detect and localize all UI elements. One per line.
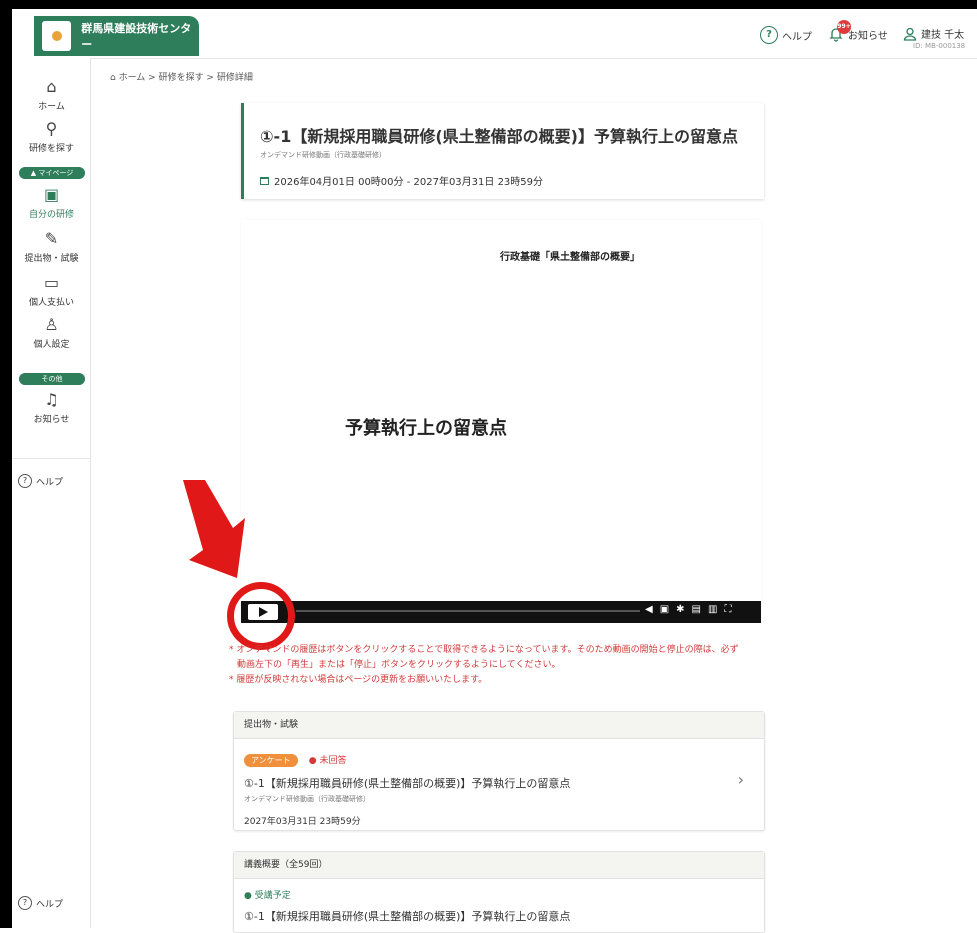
section-pill-other[interactable]: その他 [19,373,85,385]
note-line-2: 動画左下の「再生」または「停止」ボタンをクリックするようにしてください。 [237,660,561,670]
sidebar-item-label: 個人設定 [33,340,70,350]
video-progress-bar[interactable] [296,610,640,612]
credit-card-icon: ▭ [43,273,60,292]
video-slide-heading: 行政基礎「県土整備部の概要」 [500,252,640,263]
chevron-right-icon[interactable]: › [738,770,744,789]
sidebar-item-label: 自分の研修 [28,210,74,220]
annotation-circle [227,582,295,650]
sidebar: ⌂ ホーム ⚲ 研修を探す ▲ マイページ ▣ 自分の研修 ✎ 提出物・試験 ▭… [13,58,91,928]
sidebar-item-label: ホーム [38,102,65,112]
lecture-title: ①-1【新規採用職員研修(県土整備部の概要)】予算執行上の留意点 [244,910,571,923]
note-line-1: * オンデマンドの履歴はボタンをクリックすることで取得できるようになっています。… [229,645,739,655]
fullscreen-icon[interactable]: ⛶ [724,604,731,615]
pip-icon[interactable]: ▥ [708,604,717,615]
notification-badge: 99+ [837,20,851,34]
brand-name: 群馬県建設技術センター [81,22,192,51]
search-icon: ⚲ [45,119,58,138]
sidebar-item-settings[interactable]: ♙ 個人設定 [13,315,90,351]
brand-logo-icon [42,21,72,51]
help-icon: ? [760,26,778,44]
sidebar-help-bottom-link[interactable]: ? ヘルプ [18,896,63,910]
header-help-link[interactable]: ? ヘルプ [760,26,812,44]
submissions-panel: 提出物・試験 アンケート ● 未回答 ①-1【新規採用職員研修(県土整備部の概要… [233,711,765,831]
survey-tag: アンケート [244,754,298,767]
course-period: 2026年04月01日 00時00分 - 2027年03月31日 23時59分 [260,173,543,188]
course-period-text: 2026年04月01日 00時00分 - 2027年03月31日 23時59分 [274,177,544,188]
header-user-menu[interactable]: 建技 千太 [903,26,964,41]
user-name: 建技 千太 [921,30,965,41]
course-title-card: ①-1【新規採用職員研修(県土整備部の概要)】予算執行上の留意点 オンデマンド研… [241,103,764,199]
sidebar-divider [13,458,90,459]
sidebar-item-label: お知らせ [33,415,70,425]
user-icon [903,27,917,41]
video-control-icons: ◀ ▣ ✱ ▤ ▥ ⛶ [645,604,731,615]
sidebar-item-label: 提出物・試験 [24,254,79,264]
video-slide-title: 予算執行上の留意点 [345,418,507,439]
captions-icon[interactable]: ▣ [660,604,669,615]
note-line-3: * 履歴が反映されない場合はページの更新をお願いいたします。 [229,675,488,685]
home-icon: ⌂ [46,77,57,96]
course-subtitle: オンデマンド研修動画（行政基礎研修） [260,151,386,159]
page-title: ①-1【新規採用職員研修(県土整備部の概要)】予算執行上の留意点 [260,127,738,146]
brand-block[interactable]: 群馬県建設技術センター [34,16,199,56]
outer-border-left [0,0,12,928]
help-icon: ? [18,896,32,910]
lectures-panel: 講義概要（全59回） ● 受講予定 ①-1【新規採用職員研修(県土整備部の概要)… [233,851,765,933]
home-icon: ⌂ [110,73,119,83]
breadcrumb[interactable]: ⌂ ホーム > 研修を探す > 研修詳細 [110,70,253,83]
outer-border-top [0,0,977,9]
submission-item[interactable]: アンケート ● 未回答 ①-1【新規採用職員研修(県土整備部の概要)】予算執行上… [244,748,570,827]
help-icon: ? [18,474,32,488]
person-icon: ♙ [44,315,59,334]
chapters-icon[interactable]: ▤ [692,604,701,615]
submission-status: ● 未回答 [308,756,347,766]
sidebar-item-my-training[interactable]: ▣ 自分の研修 [13,185,90,221]
notes: * オンデマンドの履歴はボタンをクリックすることで取得できるようになっています。… [229,643,777,688]
app-frame: 群馬県建設技術センター ? ヘルプ お知らせ 99+ 建技 千太 ID: MB-… [0,0,977,933]
submission-deadline: 2027年03月31日 23時59分 [244,817,361,827]
sidebar-item-search[interactable]: ⚲ 研修を探す [13,119,90,155]
submission-title: ①-1【新規採用職員研修(県土整備部の概要)】予算執行上の留意点 [244,777,571,790]
sidebar-item-notices[interactable]: ♫ お知らせ [13,390,90,426]
sidebar-help-bottom-label: ヘルプ [36,899,64,910]
bookmark-check-icon: ▣ [43,185,60,204]
sidebar-item-payment[interactable]: ▭ 個人支払い [13,273,90,309]
lecture-status: ● 受講予定 [244,891,291,901]
section-pill-mypage[interactable]: ▲ マイページ [19,167,85,179]
submission-subtitle: オンデマンド研修動画（行政基礎研修） [244,795,370,803]
breadcrumb-text: ホーム > 研修を探す > 研修詳細 [118,73,253,83]
header-help-label: ヘルプ [782,31,812,43]
sidebar-item-submissions[interactable]: ✎ 提出物・試験 [13,229,90,265]
header-notifications-label: お知らせ [848,30,888,42]
volume-icon[interactable]: ◀ [645,604,653,615]
video-time: 00:00 [290,594,308,601]
sidebar-help-label: ヘルプ [36,477,64,488]
annotation-arrow-icon [183,480,245,578]
lecture-item[interactable]: ● 受講予定 ①-1【新規採用職員研修(県土整備部の概要)】予算執行上の留意点 [244,888,570,924]
submissions-panel-header: 提出物・試験 [234,712,764,739]
edit-icon: ✎ [44,229,59,248]
calendar-icon [260,176,269,185]
sidebar-help-link[interactable]: ? ヘルプ [18,474,63,488]
sidebar-item-home[interactable]: ⌂ ホーム [13,77,90,113]
sidebar-item-label: 個人支払い [28,298,74,308]
user-id: ID: MB-000138 [913,42,966,50]
lectures-panel-header: 講義概要（全59回） [234,852,764,879]
bell-icon: ♫ [44,390,59,409]
gear-icon[interactable]: ✱ [676,604,684,615]
sidebar-item-label: 研修を探す [28,144,74,154]
